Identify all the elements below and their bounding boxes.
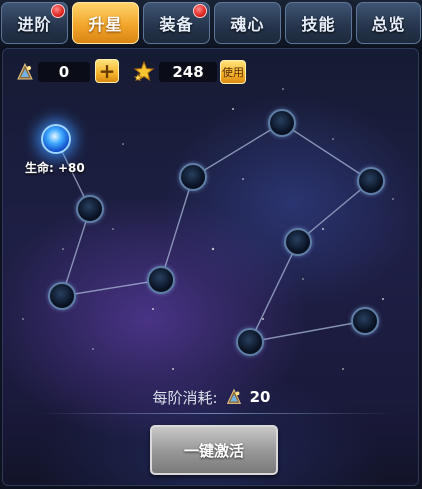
star-node-4[interactable] [147, 266, 175, 294]
tab-equipment[interactable]: 装备 [143, 2, 210, 44]
tab-star-up[interactable]: 升星 [72, 2, 139, 44]
star-node-1-lit[interactable] [41, 124, 71, 154]
constellation-lines [55, 122, 372, 343]
tab-advance[interactable]: 进阶 [1, 2, 68, 44]
constellation-map [22, 88, 394, 400]
star-node-7[interactable] [357, 167, 385, 195]
gold-star-pile-icon [133, 60, 155, 82]
tab-overview[interactable]: 总览 [356, 2, 421, 44]
star-node-bonus-label: 生命: +80 [25, 161, 85, 175]
notification-dot [51, 4, 65, 18]
use-button[interactable]: 使用 [220, 60, 246, 84]
cost-row: 每阶消耗: 20 [3, 385, 418, 409]
one-click-activate-button[interactable]: 一键激活 [150, 425, 278, 475]
tab-label: 升星 [88, 15, 123, 34]
star-node-9[interactable] [236, 328, 264, 356]
cost-label: 每阶消耗: [152, 388, 218, 407]
tab-label: 进阶 [17, 15, 52, 34]
notification-dot [193, 4, 207, 18]
tab-label: 技能 [301, 15, 336, 34]
gold-star-count: 248 [159, 62, 217, 82]
tab-bar: 进阶 升星 装备 魂心 技能 总览 [0, 0, 422, 46]
star-stone-icon [17, 62, 33, 80]
tab-label: 魂心 [230, 15, 265, 34]
star-node-8[interactable] [284, 228, 312, 256]
background-starfield [22, 88, 394, 400]
tab-soul-core[interactable]: 魂心 [214, 2, 281, 44]
star-stone-count: 0 [38, 62, 90, 82]
star-upgrade-window: 进阶 升星 装备 魂心 技能 总览 0 + 248 使用 生命: +80 每阶消… [0, 0, 422, 489]
constellation-panel: 0 + 248 使用 生命: +80 每阶消耗: 20 一键激活 [2, 48, 419, 486]
star-stone-icon [226, 388, 241, 404]
star-node-3[interactable] [48, 282, 76, 310]
add-star-stone-button[interactable]: + [95, 59, 119, 83]
divider [37, 413, 395, 414]
star-node-2[interactable] [76, 195, 104, 223]
star-node-10[interactable] [351, 307, 379, 335]
star-node-6[interactable] [268, 109, 296, 137]
tab-skills[interactable]: 技能 [285, 2, 352, 44]
cost-value: 20 [249, 388, 271, 406]
tab-label: 总览 [371, 15, 406, 34]
tab-label: 装备 [159, 15, 194, 34]
star-node-5[interactable] [179, 163, 207, 191]
